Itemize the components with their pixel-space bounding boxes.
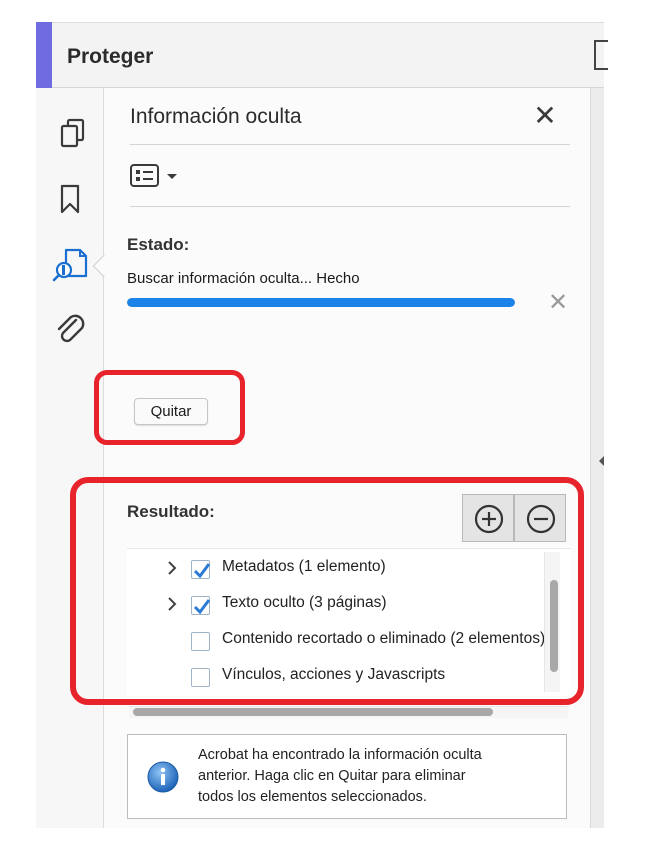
close-button[interactable]: ✕ <box>531 102 559 130</box>
paperclip-icon[interactable] <box>52 310 92 350</box>
chevron-right-icon[interactable] <box>163 595 181 613</box>
progress-bar <box>127 298 515 307</box>
collapse-all-button[interactable] <box>514 494 566 542</box>
info-icon <box>146 760 180 794</box>
horizontal-scroll-thumb[interactable] <box>133 708 493 716</box>
bookmark-icon[interactable] <box>52 180 92 220</box>
checkmark-icon <box>193 599 211 615</box>
tree-row-links-actions[interactable]: Vínculos, acciones y Javascripts <box>127 661 547 691</box>
info-line: todos los elementos seleccionados. <box>198 789 427 805</box>
checkbox-links-actions[interactable] <box>191 668 210 687</box>
minus-circle-icon <box>526 504 556 534</box>
tree-label: Texto oculto (3 páginas) <box>222 594 387 611</box>
tree-row-metadata[interactable]: Metadatos (1 elemento) <box>127 553 547 583</box>
checkbox-cropped-content[interactable] <box>191 632 210 651</box>
status-label: Estado: <box>127 235 190 254</box>
info-message-text: Acrobat ha encontrado la información ocu… <box>198 745 558 808</box>
info-line: Acrobat ha encontrado la información ocu… <box>198 747 482 763</box>
expand-all-button[interactable] <box>462 494 514 542</box>
hidden-info-icon[interactable] <box>52 246 92 286</box>
tree-label: Metadatos (1 elemento) <box>222 558 386 575</box>
cancel-search-button[interactable]: ✕ <box>547 291 569 315</box>
results-tree: Metadatos (1 elemento) Texto oculto (3 p… <box>127 548 571 696</box>
checkbox-metadata[interactable] <box>191 560 211 579</box>
divider <box>130 144 570 145</box>
panel-toggle-icon[interactable] <box>594 40 608 70</box>
info-line: anterior. Haga clic en Quitar para elimi… <box>198 768 466 784</box>
checkbox-hidden-text[interactable] <box>191 596 211 615</box>
tree-row-hidden-text[interactable]: Texto oculto (3 páginas) <box>127 589 547 619</box>
vertical-scroll-thumb[interactable] <box>550 580 558 672</box>
tree-label: Vínculos, acciones y Javascripts <box>222 666 446 683</box>
pages-icon[interactable] <box>54 114 94 154</box>
chevron-right-icon[interactable] <box>163 559 181 577</box>
plus-circle-icon <box>474 504 504 534</box>
left-navigation-rail <box>36 88 104 828</box>
divider <box>130 206 570 207</box>
checkmark-icon <box>193 563 211 579</box>
collapse-panel-arrow[interactable] <box>599 456 604 466</box>
status-text: Buscar información oculta... Hecho <box>127 270 360 287</box>
progress-fill <box>127 298 515 307</box>
tree-row-cropped-content[interactable]: Contenido recortado o eliminado (2 eleme… <box>127 625 547 655</box>
tree-label: Contenido recortado o eliminado (2 eleme… <box>222 630 546 647</box>
remove-button[interactable]: Quitar <box>134 398 208 425</box>
options-dropdown-button[interactable] <box>130 163 182 189</box>
results-label: Resultado: <box>127 502 215 521</box>
tool-accent-bar <box>36 22 52 88</box>
tool-title: Proteger <box>67 45 154 68</box>
panel-title: Información oculta <box>130 105 302 128</box>
protect-tool-window: Proteger Información oculta ✕ Estado: Bu… <box>0 0 668 853</box>
